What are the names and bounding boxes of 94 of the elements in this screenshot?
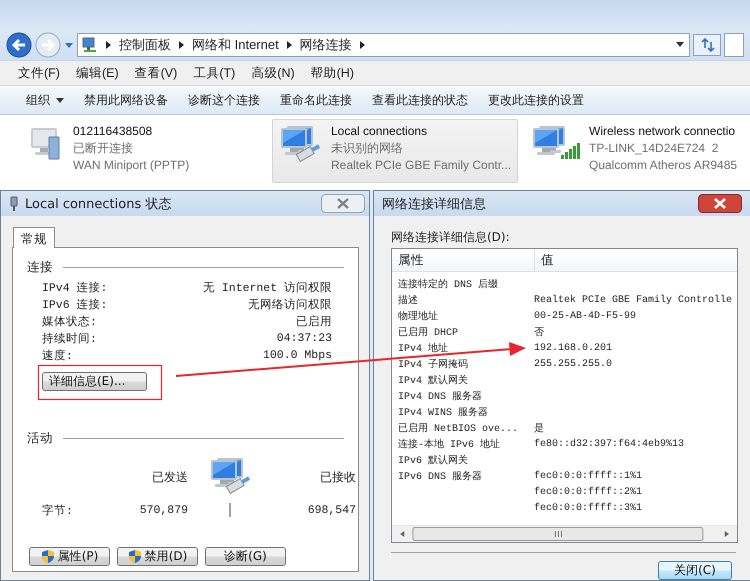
menu-item[interactable]: 查看(V) xyxy=(126,62,186,84)
device-name: Realtek PCIe GBE Family Contr... xyxy=(331,157,512,174)
menu-item[interactable]: 工具(T) xyxy=(185,62,244,84)
field-value: 04:37:23 xyxy=(276,332,332,345)
property-cell-text: 描述 xyxy=(397,294,419,307)
sent-label: 已发送 xyxy=(152,468,188,486)
connection-name: 012116438508 xyxy=(73,123,154,140)
tab[interactable]: 常规 xyxy=(13,227,55,248)
field-label: IPv6 连接: xyxy=(42,298,108,312)
property-cell-text: 连接-本地 IPv6 地址 xyxy=(397,438,502,451)
property-cell-text: 已启用 NetBIOS ove... xyxy=(397,422,520,435)
property-cell-text: 物理地址 xyxy=(397,310,439,323)
value-cell: fec0:0:0:ffff::2%1 xyxy=(534,486,642,498)
connection-status: 已断开连接 xyxy=(73,140,134,157)
toolbar-button[interactable]: 重命名此连接 xyxy=(270,88,362,112)
close-button[interactable]: 关闭(C) xyxy=(658,561,732,580)
value-cell: 00-25-AB-4D-F5-99 xyxy=(534,310,636,322)
column-header[interactable]: 属性 xyxy=(392,249,535,271)
network-plug-icon xyxy=(9,196,19,212)
value-cell: 192.168.0.201 xyxy=(534,342,612,354)
list-label: 网络连接详细信息(D): xyxy=(391,230,510,244)
refresh-icon[interactable] xyxy=(693,34,721,56)
dialog-button[interactable]: 禁用(D) xyxy=(117,547,198,566)
breadcrumb-item[interactable]: 控制面板 xyxy=(119,36,171,54)
connection-item[interactable]: Wireless network connectio TP-LINK_14D24E724 2 Qualcomm Atheros AR9485 xyxy=(524,119,738,183)
chevron-icon xyxy=(286,41,292,49)
field-value: 已启用 xyxy=(296,314,332,329)
connection-name: Local connections xyxy=(331,123,428,140)
value-cell: fec0:0:0:ffff::3%1 xyxy=(534,502,642,514)
dropdown-arrow-icon[interactable] xyxy=(675,41,685,49)
chevron-icon xyxy=(179,41,184,49)
horizontal-scrollbar[interactable] xyxy=(392,525,737,542)
value-cell: fe80::d32:397:f64:4eb9%13 xyxy=(534,438,684,450)
field-label: 速度: xyxy=(42,348,73,363)
connection-item[interactable]: Local connections 未识别的网络 Realtek PCIe GBE Family Contr... xyxy=(272,119,518,183)
section-heading: 连接 xyxy=(27,258,53,276)
breadcrumb-item[interactable]: 网络连接 xyxy=(300,36,352,54)
value-cell-text: 否 xyxy=(534,326,544,339)
connection-name: Wireless network connectio xyxy=(589,123,736,140)
back-button-icon[interactable] xyxy=(6,32,32,58)
toolbar-button[interactable]: 禁用此网络设备 xyxy=(74,88,178,112)
property-cell-text: IPv6 DNS 服务器 xyxy=(397,470,484,483)
property-cell-text: 连接特定的 DNS 后缀 xyxy=(397,278,500,291)
field-value: 无网络访问权限 xyxy=(248,297,332,312)
section-heading: 活动 xyxy=(27,430,53,446)
property-cell-text: IPv4 默认网关 xyxy=(397,374,470,387)
dialog-button[interactable]: 诊断(G) xyxy=(205,547,286,566)
network-folder-icon xyxy=(82,37,98,53)
connection-status: TP-LINK_14D24E724 2 xyxy=(589,140,720,157)
field-label: 媒体状态: xyxy=(42,314,97,329)
connection-item[interactable]: 012116438508 已断开连接 WAN Miniport (PPTP) xyxy=(20,119,266,183)
bytes-label: 字节: xyxy=(42,503,74,518)
breadcrumb-item[interactable]: 网络和 Internet xyxy=(192,36,279,54)
received-label: 已接收 xyxy=(320,468,356,486)
value-cell: 255.255.255.0 xyxy=(534,358,612,370)
field-label: 持续时间: xyxy=(42,332,97,346)
dialog-button[interactable]: 属性(P) xyxy=(29,547,110,566)
menu-item[interactable]: 文件(F) xyxy=(10,62,68,84)
property-cell-text: IPv4 DNS 服务器 xyxy=(397,390,484,403)
toolbar-button[interactable]: 查看此连接的状态 xyxy=(362,88,478,112)
value-cell: Realtek PCIe GBE Family Controlle xyxy=(534,294,732,306)
chevron-icon xyxy=(360,41,365,49)
shield-icon xyxy=(128,549,142,564)
bytes-received: 698,547 xyxy=(308,504,356,516)
address-bar[interactable]: 控制面板 网络和 Internet 网络连接 xyxy=(77,33,690,57)
property-cell-text: IPv4 子网掩码 xyxy=(397,358,470,371)
property-cell-text: IPv4 地址 xyxy=(397,342,450,355)
field-label: IPv4 连接: xyxy=(42,280,108,295)
property-cell-text: IPv4 WINS 服务器 xyxy=(397,406,490,419)
toolbar-button[interactable]: 更改此连接的设置 xyxy=(478,88,594,112)
menu-item[interactable]: 高级(N) xyxy=(243,62,303,84)
connection-status: 未识别的网络 xyxy=(331,140,404,157)
chevron-icon xyxy=(106,41,111,49)
device-name: Qualcomm Atheros AR9485 xyxy=(589,157,738,174)
property-cell-text: IPv6 默认网关 xyxy=(397,454,470,467)
search-field[interactable] xyxy=(724,33,744,57)
bytes-sent: 570,879 xyxy=(140,504,188,516)
column-header[interactable]: 值 xyxy=(535,249,560,271)
window-title: Local connections 状态 xyxy=(25,196,172,212)
toolbar-button[interactable]: 组织 xyxy=(16,88,74,112)
menu-item[interactable]: 帮助(H) xyxy=(302,62,362,84)
property-cell-text: 已启用 DHCP xyxy=(397,326,460,339)
menu-item[interactable]: 编辑(E) xyxy=(68,62,127,84)
toolbar-button[interactable]: 诊断这个连接 xyxy=(178,88,270,112)
details-list[interactable] xyxy=(391,248,738,543)
details-button[interactable]: 详细信息(E)... xyxy=(42,372,147,391)
value-cell: fec0:0:0:ffff::1%1 xyxy=(534,470,642,482)
close-button-icon[interactable] xyxy=(698,194,742,213)
field-value: 无 Internet 访问权限 xyxy=(202,280,332,295)
shield-icon xyxy=(40,549,55,564)
window-title: 网络连接详细信息 xyxy=(382,196,487,212)
value-cell-text: 是 xyxy=(534,422,544,435)
field-value: 100.0 Mbps xyxy=(262,349,332,362)
device-name: WAN Miniport (PPTP) xyxy=(73,157,190,174)
